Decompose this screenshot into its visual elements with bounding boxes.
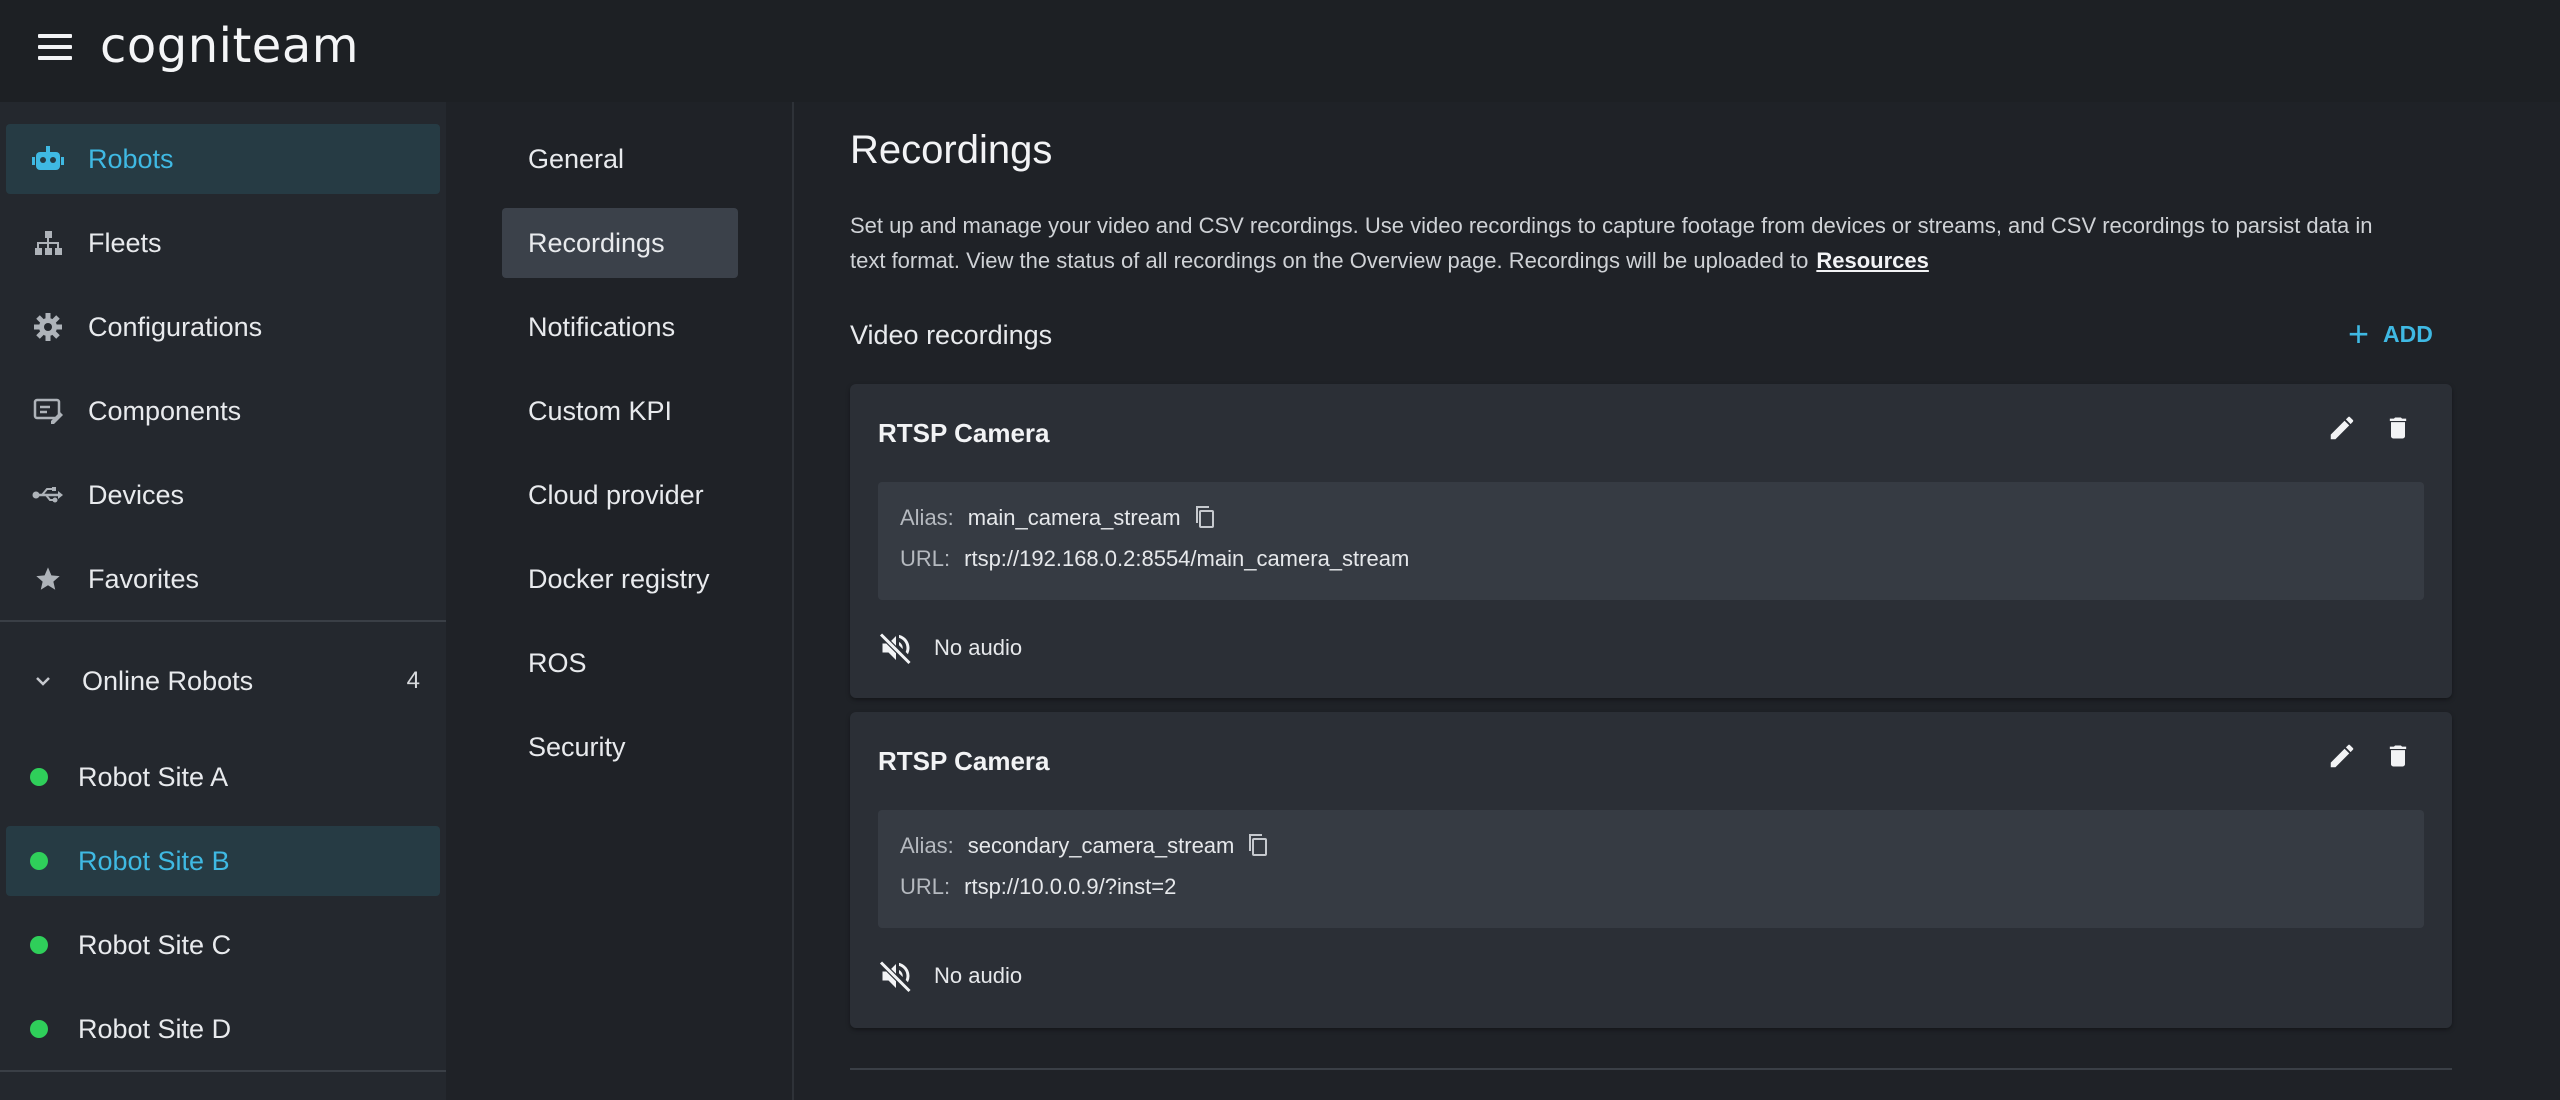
url-value: rtsp://10.0.0.9/?inst=2 <box>964 874 1177 899</box>
description-line-2: text format. View the status of all reco… <box>850 243 2550 278</box>
sidebar-item-robots[interactable]: Robots <box>6 124 440 194</box>
sidebar-item-label: Components <box>88 395 242 426</box>
settings-subnav: General Recordings Notifications Custom … <box>446 102 794 1100</box>
description-text: text format. View the status of all reco… <box>850 248 1809 273</box>
group-count: 4 <box>406 667 420 694</box>
recording-card: RTSP Camera Alias: secondary_camera_stre… <box>850 712 2452 1028</box>
usb-icon <box>32 479 64 511</box>
alias-key: Alias: <box>900 505 954 530</box>
sidebar-item-label: Devices <box>88 479 185 510</box>
add-label: ADD <box>2383 320 2433 347</box>
menu-icon[interactable] <box>38 34 72 60</box>
section-divider <box>850 1068 2452 1070</box>
sidebar-item-devices[interactable]: Devices <box>6 460 440 530</box>
edit-icon[interactable] <box>2322 408 2362 448</box>
sidebar-item-label: Favorites <box>88 563 200 594</box>
robot-site-item[interactable]: Robot Site C <box>6 910 440 980</box>
robot-site-item[interactable]: Robot Site D <box>6 994 440 1064</box>
subnav-item-security[interactable]: Security <box>502 712 738 782</box>
sidebar-item-label: Robots <box>88 143 174 174</box>
audio-label: No audio <box>934 635 1023 660</box>
url-key: URL: <box>900 874 951 899</box>
app-logo[interactable]: cogniteam <box>100 18 359 74</box>
alias-key: Alias: <box>900 833 954 858</box>
top-bar: cogniteam <box>0 0 2560 102</box>
subnav-item-general[interactable]: General <box>502 124 738 194</box>
subnav-item-notifications[interactable]: Notifications <box>502 292 738 362</box>
sidebar: Robots Fleets Configurations Components … <box>0 102 446 1100</box>
robot-site-item[interactable]: Robot Site B <box>6 826 440 896</box>
online-status-dot <box>30 936 48 954</box>
subnav-item-docker-registry[interactable]: Docker registry <box>502 544 738 614</box>
recording-details: Alias: secondary_camera_stream URL: rtsp… <box>878 810 2424 928</box>
sidebar-item-fleets[interactable]: Fleets <box>6 208 440 278</box>
url-key: URL: <box>900 546 951 571</box>
robot-icon <box>32 143 64 175</box>
audio-label: No audio <box>934 963 1023 988</box>
volume-off-icon <box>878 958 914 994</box>
volume-off-icon <box>878 630 914 666</box>
url-value: rtsp://192.168.0.2:8554/main_camera_stre… <box>964 546 1410 571</box>
chevron-down-icon <box>28 666 58 696</box>
sidebar-divider <box>0 620 446 622</box>
delete-icon[interactable] <box>2378 736 2418 776</box>
page-description: Set up and manage your video and CSV rec… <box>850 208 2550 278</box>
online-robots-group[interactable]: Online Robots 4 <box>6 646 440 716</box>
delete-icon[interactable] <box>2378 408 2418 448</box>
copy-icon[interactable] <box>1193 504 1219 532</box>
robot-site-label: Robot Site C <box>78 929 232 960</box>
recording-title: RTSP Camera <box>878 418 1050 448</box>
star-icon <box>32 563 64 595</box>
robot-site-label: Robot Site D <box>78 1013 232 1044</box>
online-status-dot <box>30 1020 48 1038</box>
url-row: URL: rtsp://192.168.0.2:8554/main_camera… <box>900 546 1409 572</box>
subnav-item-custom-kpi[interactable]: Custom KPI <box>502 376 738 446</box>
alias-value: secondary_camera_stream <box>967 833 1235 858</box>
subnav-item-recordings[interactable]: Recordings <box>502 208 738 278</box>
alias-row: Alias: secondary_camera_stream <box>900 832 1272 860</box>
edit-icon[interactable] <box>2322 736 2362 776</box>
resources-link[interactable]: Resources <box>1816 248 1929 273</box>
online-status-dot <box>30 768 48 786</box>
recording-card: RTSP Camera Alias: main_camera_stream UR… <box>850 384 2452 698</box>
sidebar-item-components[interactable]: Components <box>6 376 440 446</box>
recording-details: Alias: main_camera_stream URL: rtsp://19… <box>878 482 2424 600</box>
gear-icon <box>32 311 64 343</box>
description-line: Set up and manage your video and CSV rec… <box>850 213 2373 238</box>
audio-status: No audio <box>878 958 1022 994</box>
online-status-dot <box>30 852 48 870</box>
recording-title: RTSP Camera <box>878 746 1050 776</box>
section-title: Video recordings <box>850 320 1053 350</box>
robot-site-label: Robot Site B <box>78 845 230 876</box>
sidebar-divider <box>0 1070 446 1072</box>
subnav-item-cloud-provider[interactable]: Cloud provider <box>502 460 738 530</box>
alias-value: main_camera_stream <box>967 505 1181 530</box>
sidebar-item-label: Fleets <box>88 227 162 258</box>
plus-icon: + <box>2348 313 2370 354</box>
sidebar-item-label: Configurations <box>88 311 263 342</box>
sidebar-item-configurations[interactable]: Configurations <box>6 292 440 362</box>
add-recording-button[interactable]: + ADD <box>2348 314 2433 354</box>
robot-site-label: Robot Site A <box>78 761 229 792</box>
main-content: Recordings Set up and manage your video … <box>796 102 2560 1100</box>
subnav-item-ros[interactable]: ROS <box>502 628 738 698</box>
page-title: Recordings <box>850 128 1053 172</box>
sidebar-item-favorites[interactable]: Favorites <box>6 544 440 614</box>
scrollbar[interactable] <box>2546 102 2560 1100</box>
alias-row: Alias: main_camera_stream <box>900 504 1219 532</box>
url-row: URL: rtsp://10.0.0.9/?inst=2 <box>900 874 1176 900</box>
copy-icon[interactable] <box>1246 832 1272 860</box>
robot-site-item[interactable]: Robot Site A <box>6 742 440 812</box>
group-label: Online Robots <box>82 665 254 696</box>
component-icon <box>32 395 64 427</box>
audio-status: No audio <box>878 630 1022 666</box>
fleet-icon <box>32 227 64 259</box>
